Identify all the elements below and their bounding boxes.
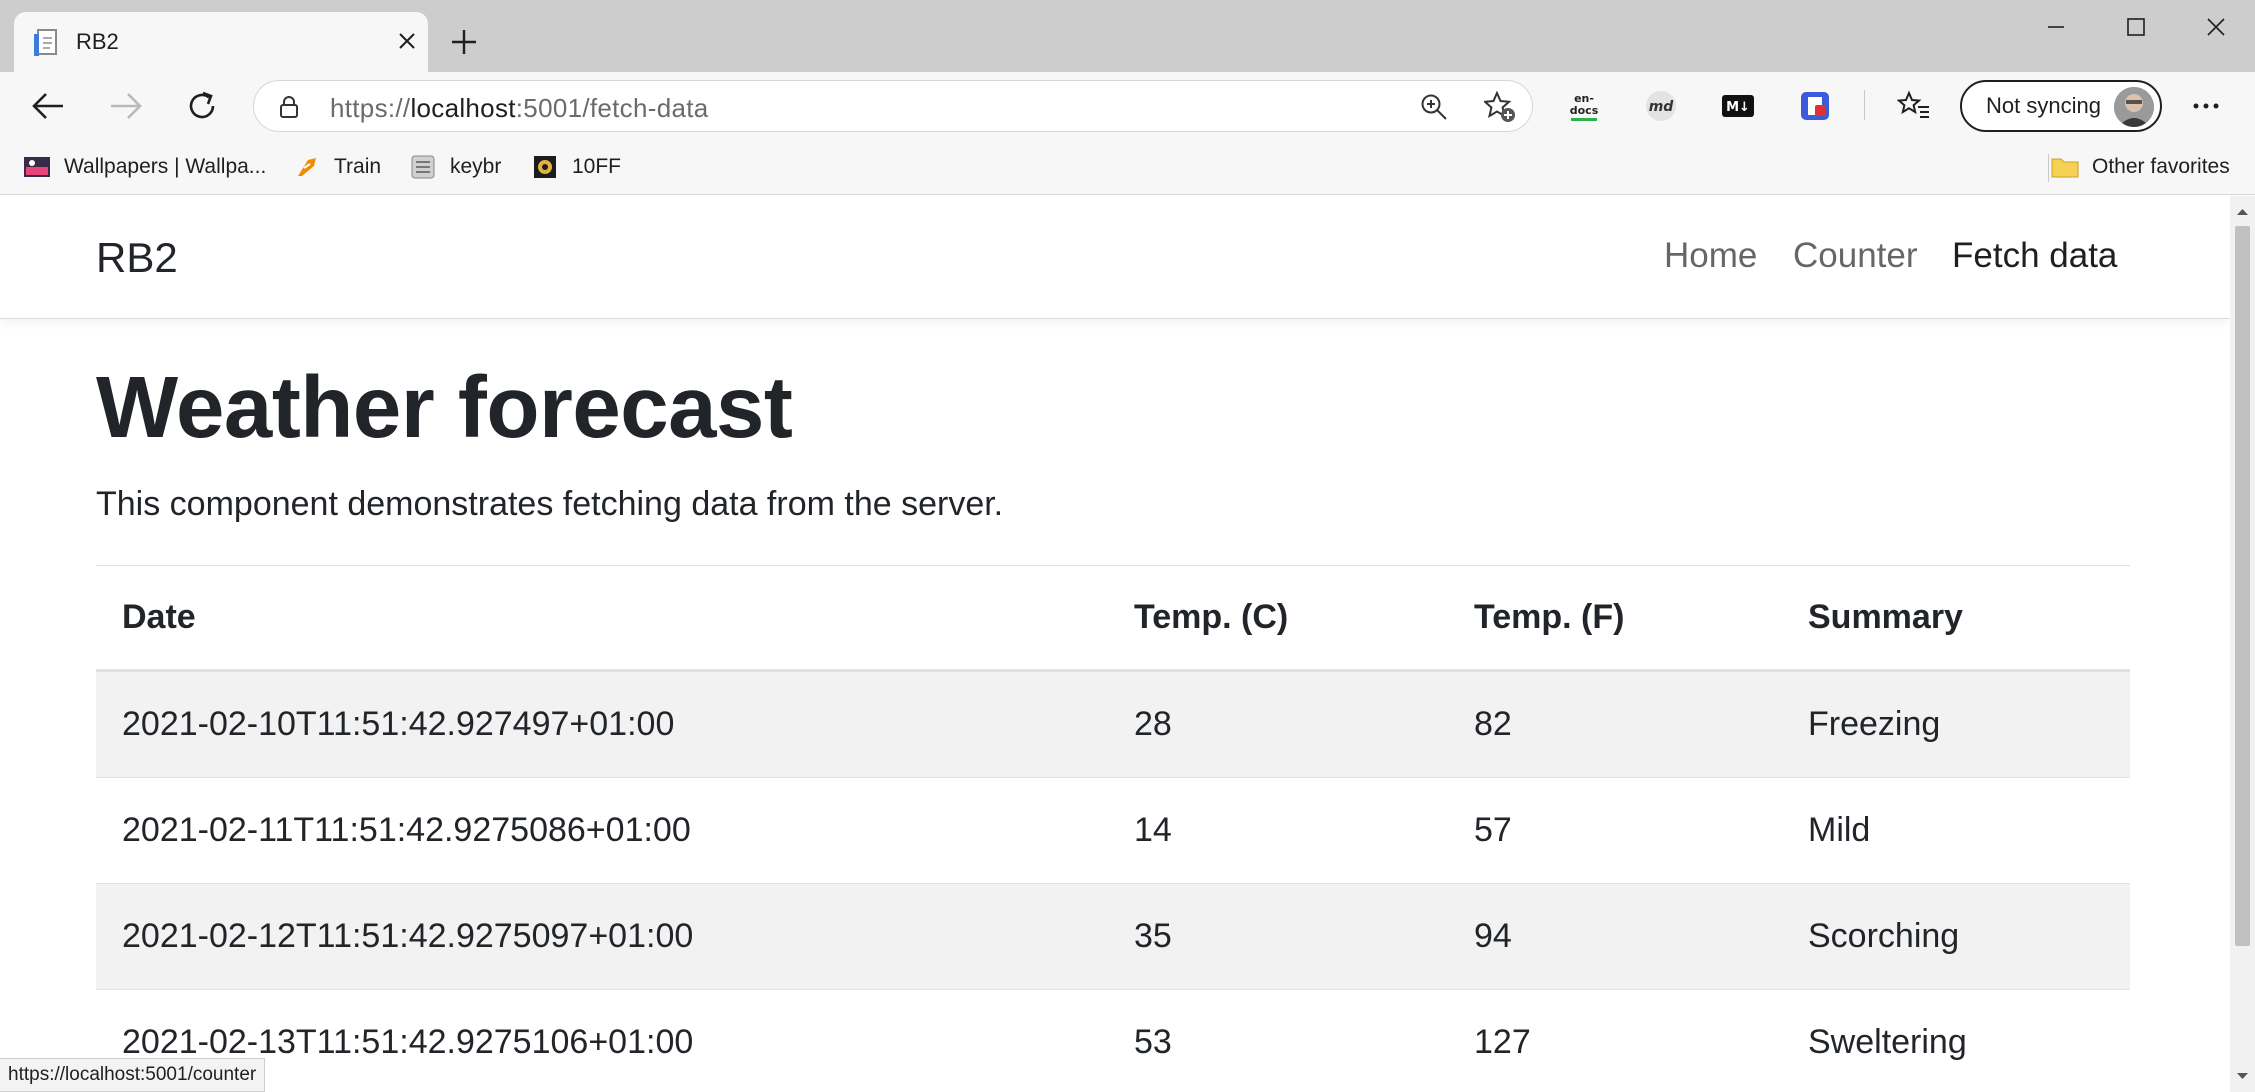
refresh-icon[interactable]	[180, 86, 224, 126]
table-row: 2021-02-10T11:51:42.927497+01:00 28 82 F…	[96, 672, 2130, 778]
tab-title: RB2	[76, 29, 119, 54]
favorite-label: Train	[334, 155, 382, 178]
keybr-icon	[408, 152, 438, 182]
favorite-train[interactable]: Train	[292, 148, 381, 186]
tab-strip: RB2	[0, 0, 2255, 72]
favorite-10ff[interactable]: 10FF	[530, 148, 621, 186]
add-favorite-icon[interactable]	[1482, 90, 1516, 128]
nav-link-home[interactable]: Home	[1664, 236, 1757, 276]
favorites-icon[interactable]	[1894, 86, 1934, 126]
scrollbar-thumb[interactable]	[2235, 226, 2250, 946]
column-header-date: Date	[122, 598, 196, 636]
train-icon	[292, 152, 322, 182]
url-path: :5001/fetch-data	[515, 93, 709, 123]
profile-button[interactable]: Not syncing	[1960, 80, 2162, 132]
avatar	[2114, 87, 2154, 127]
cell-temp-c: 35	[1134, 917, 1172, 955]
url-host: localhost	[410, 93, 516, 123]
table-row: 2021-02-12T11:51:42.9275097+01:00 35 94 …	[96, 884, 2130, 990]
other-favorites[interactable]: Other favorites	[2050, 148, 2230, 186]
cell-date: 2021-02-12T11:51:42.9275097+01:00	[122, 917, 694, 955]
favorite-keybr[interactable]: keybr	[408, 148, 501, 186]
table-header-row: Date Temp. (C) Temp. (F) Summary	[96, 566, 2130, 672]
favorite-wallpapers[interactable]: Wallpapers | Wallpa...	[22, 148, 266, 186]
forecast-table: Date Temp. (C) Temp. (F) Summary 2021-02…	[96, 565, 2130, 1092]
cell-temp-f: 57	[1474, 811, 1512, 849]
favorite-label: 10FF	[572, 155, 622, 178]
browser-toolbar: https://localhost:5001/fetch-data en-doc…	[0, 72, 2255, 140]
url-scheme: https://	[330, 93, 411, 123]
brand-link[interactable]: RB2	[96, 234, 178, 282]
nav-link-fetch-data[interactable]: Fetch data	[1952, 236, 2117, 276]
nav-link-counter[interactable]: Counter	[1793, 236, 1918, 276]
page-title: Weather forecast	[96, 359, 793, 456]
cell-summary: Scorching	[1808, 917, 1960, 955]
favorites-separator	[2048, 154, 2049, 182]
en-docs-icon[interactable]: en-docs	[1564, 86, 1604, 126]
svg-text:docs: docs	[1570, 104, 1599, 117]
cell-temp-c: 14	[1134, 811, 1172, 849]
md-icon[interactable]: md	[1641, 86, 1681, 126]
column-header-summary: Summary	[1808, 598, 1963, 636]
page-favicon-icon	[34, 28, 60, 58]
cell-summary: Mild	[1808, 811, 1871, 849]
page-description: This component demonstrates fetching dat…	[96, 485, 1004, 523]
new-tab-icon[interactable]	[448, 26, 480, 58]
maximize-icon[interactable]	[2106, 10, 2166, 44]
column-header-temp-c: Temp. (C)	[1134, 598, 1289, 636]
cell-summary: Freezing	[1808, 705, 1941, 743]
10ff-icon	[530, 152, 560, 182]
page-scrollbar[interactable]	[2230, 196, 2255, 1092]
cell-temp-c: 28	[1134, 705, 1172, 743]
cell-date: 2021-02-10T11:51:42.927497+01:00	[122, 705, 675, 743]
folder-icon	[2050, 152, 2080, 182]
svg-text:M↓: M↓	[1726, 100, 1750, 115]
cell-date: 2021-02-11T11:51:42.9275086+01:00	[122, 811, 691, 849]
close-tab-icon[interactable]	[392, 26, 422, 56]
address-bar[interactable]: https://localhost:5001/fetch-data	[253, 80, 1533, 132]
back-icon[interactable]	[26, 86, 70, 126]
zoom-icon[interactable]	[1420, 93, 1448, 126]
page-viewport: RB2 Home Counter Fetch data Weather fore…	[0, 196, 2230, 1092]
app-navbar: RB2 Home Counter Fetch data	[0, 196, 2230, 319]
forward-icon[interactable]	[104, 86, 148, 126]
cell-temp-f: 127	[1474, 1023, 1531, 1061]
column-header-temp-f: Temp. (F)	[1474, 598, 1625, 636]
cell-temp-f: 94	[1474, 917, 1512, 955]
table-row: 2021-02-13T11:51:42.9275106+01:00 53 127…	[96, 990, 2130, 1092]
status-bar: https://localhost:5001/counter	[0, 1058, 266, 1092]
cell-temp-c: 53	[1134, 1023, 1172, 1061]
table-row: 2021-02-11T11:51:42.9275086+01:00 14 57 …	[96, 778, 2130, 884]
profile-label: Not syncing	[1986, 93, 2101, 118]
lock-icon[interactable]	[278, 95, 300, 124]
markdown-icon[interactable]: M↓	[1718, 86, 1758, 126]
tab-extension-icon[interactable]	[1795, 86, 1835, 126]
favorite-label: keybr	[450, 155, 502, 178]
favorites-bar: Wallpapers | Wallpa... Train keybr 10FF …	[0, 140, 2255, 195]
wallpapers-icon	[22, 152, 52, 182]
minimize-icon[interactable]	[2026, 10, 2086, 44]
more-options-icon[interactable]	[2186, 86, 2226, 126]
close-window-icon[interactable]	[2186, 10, 2246, 44]
scroll-down-icon[interactable]	[2236, 1068, 2249, 1086]
cell-temp-f: 82	[1474, 705, 1512, 743]
cell-summary: Sweltering	[1808, 1023, 1967, 1061]
svg-text:md: md	[1649, 99, 1675, 115]
browser-tab[interactable]: RB2	[14, 12, 428, 72]
other-favorites-label: Other favorites	[2092, 155, 2230, 178]
url-text[interactable]: https://localhost:5001/fetch-data	[330, 93, 709, 124]
toolbar-separator	[1864, 90, 1865, 120]
scroll-up-icon[interactable]	[2236, 204, 2249, 222]
favorite-label: Wallpapers | Wallpa...	[64, 155, 267, 178]
